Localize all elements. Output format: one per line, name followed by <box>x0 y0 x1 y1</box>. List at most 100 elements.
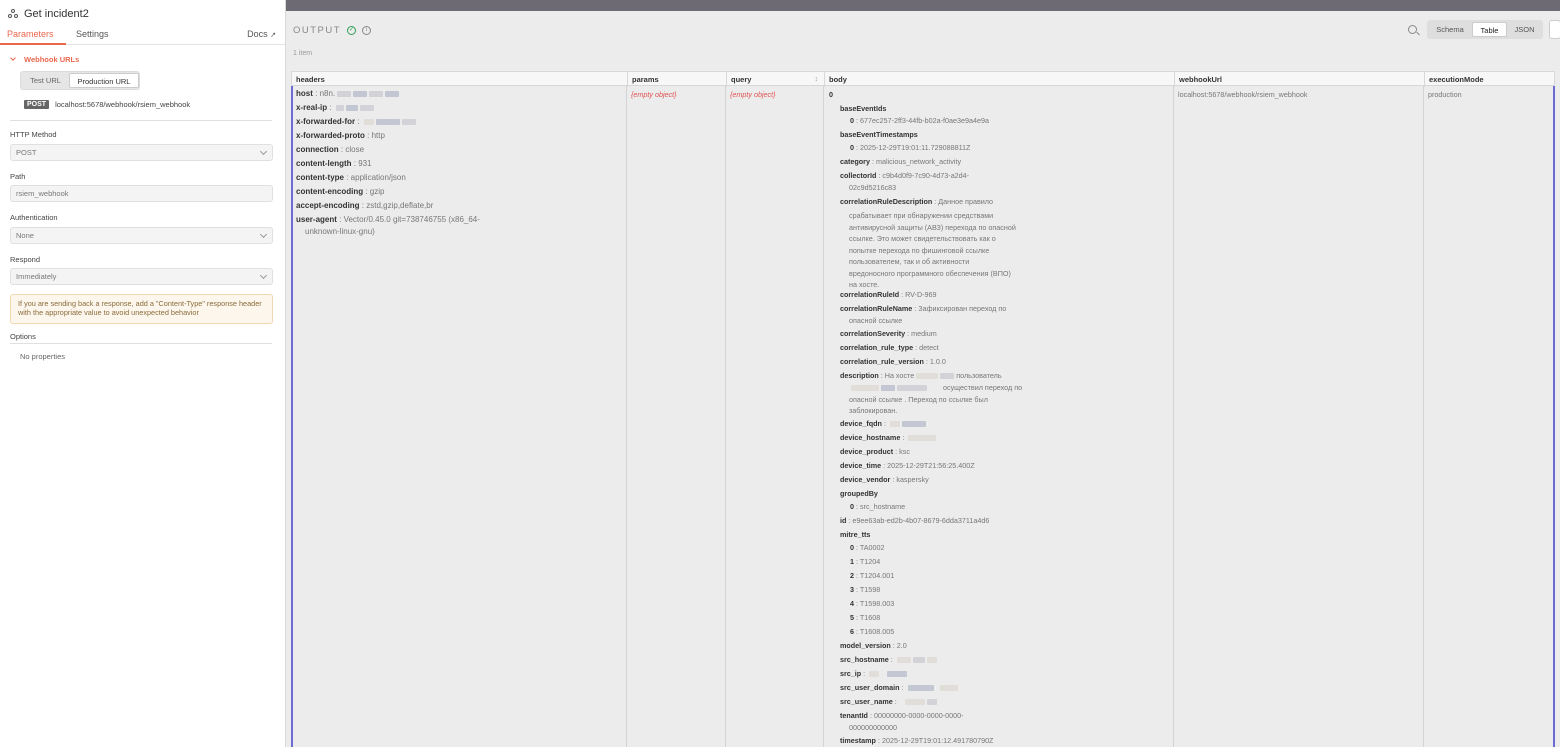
body-device_product: device_product : ksc <box>840 447 910 456</box>
column-header-executionmode[interactable]: executionMode <box>1425 72 1556 87</box>
body-mitre_tts-0: 0 : TA0002 <box>850 543 885 552</box>
node-title[interactable]: Get incident2 <box>24 8 89 20</box>
column-header-body[interactable]: body <box>825 72 1175 87</box>
body-mitre_tts: mitre_tts <box>840 530 871 539</box>
authentication-select[interactable]: None <box>10 227 273 244</box>
header-key: x-forwarded-for <box>296 117 356 126</box>
webhookurl-cell: localhost:5678/webhook/rsiem_webhook <box>1174 86 1424 747</box>
header-content-length: content-length : 931 <box>296 159 372 168</box>
divider <box>10 343 272 344</box>
webhookurl-value: localhost:5678/webhook/rsiem_webhook <box>1178 90 1308 99</box>
active-tab-indicator <box>0 43 66 45</box>
body-device_hostname: device_hostname : <box>840 431 937 445</box>
http-method-label: HTTP Method <box>10 130 57 139</box>
docs-link[interactable]: Docs ↗ <box>247 29 276 39</box>
header-x-forwarded-proto: x-forwarded-proto : http <box>296 131 385 140</box>
method-badge: POST <box>24 100 50 109</box>
header-key: content-length <box>296 159 352 168</box>
body-src_user_name: src_user_name : <box>840 695 937 709</box>
no-properties-text: No properties <box>20 352 66 361</box>
body-mitre_tts-6: 6 : T1608.005 <box>850 627 895 636</box>
json-view-button[interactable]: JSON <box>1507 22 1542 37</box>
table-row[interactable]: host : n8n. x-real-ip : x-forwarded-for … <box>291 86 1555 747</box>
body-groupedBy-0: 0 : src_hostname <box>850 502 906 511</box>
top-bar <box>286 0 1560 11</box>
body-correlation_rule_version: correlation_rule_version : 1.0.0 <box>840 357 946 366</box>
webhook-urls-label: Webhook URLs <box>24 55 80 64</box>
schema-view-button[interactable]: Schema <box>1430 22 1470 37</box>
body-timestamp: timestamp : 2025-12-29T19:01:12.49178079… <box>840 736 994 745</box>
search-icon[interactable] <box>1408 25 1417 34</box>
header-accept-encoding: accept-encoding : zstd,gzip,deflate,br <box>296 201 434 210</box>
node-parameters-panel: Get incident2 Parameters Settings Docs ↗… <box>0 0 286 747</box>
header-value: gzip <box>369 187 385 196</box>
executionmode-value: production <box>1428 90 1462 99</box>
production-url-tab[interactable]: Production URL <box>69 73 139 88</box>
content-type-notice: If you are sending back a response, add … <box>10 294 273 324</box>
item-count: 1 item <box>293 50 313 57</box>
body-src_ip: src_ip : <box>840 667 908 681</box>
sort-icon[interactable]: ↕ <box>815 72 819 87</box>
body-mitre_tts-3: 3 : T1598 <box>850 585 881 594</box>
webhook-icon <box>8 8 19 20</box>
body-device_fqdn: device_fqdn : <box>840 417 926 431</box>
header-key: x-real-ip <box>296 103 328 112</box>
column-header-query[interactable]: query ↕ <box>727 72 825 87</box>
body-mitre_tts-2: 2 : T1204.001 <box>850 571 895 580</box>
more-options-button[interactable] <box>1549 20 1560 39</box>
webhook-urls-toggle[interactable]: Webhook URLs <box>10 55 80 64</box>
chevron-down-icon <box>259 147 268 156</box>
webhook-url-row[interactable]: POST localhost:5678/webhook/rsiem_webhoo… <box>24 100 190 109</box>
output-title: OUTPUT <box>293 25 342 36</box>
header-x-real-ip: x-real-ip : <box>296 103 374 112</box>
header-x-forwarded-for: x-forwarded-for : <box>296 117 416 126</box>
tab-parameters[interactable]: Parameters <box>7 29 54 39</box>
body-src_user_domain: src_user_domain : <box>840 681 958 695</box>
body-correlationRuleDescription-cont: срабатывает при обнаружении средствами а… <box>849 211 1016 289</box>
params-value: {empty object} <box>631 90 677 99</box>
header-value: http <box>371 131 385 140</box>
column-header-headers[interactable]: headers <box>292 72 628 87</box>
success-check-icon: ✓ <box>347 26 357 35</box>
respond-label: Respond <box>10 255 41 264</box>
test-url-tab[interactable]: Test URL <box>23 73 68 88</box>
body-baseEventTimestamps-0: 0 : 2025-12-29T19:01:11.729088811Z <box>850 143 971 152</box>
column-header-params[interactable]: params <box>628 72 727 87</box>
path-input[interactable]: rsiem_webhook <box>10 185 273 202</box>
header-key: host <box>296 89 313 98</box>
body-device_vendor: device_vendor : kaspersky <box>840 475 929 484</box>
header-key: content-encoding <box>296 187 364 196</box>
info-icon[interactable]: i <box>362 26 372 35</box>
respond-select[interactable]: Immediately <box>10 268 273 285</box>
authentication-label: Authentication <box>10 213 58 222</box>
header-content-type: content-type : application/json <box>296 173 406 182</box>
body-correlationRuleName-cont: опасной ссылке <box>849 316 903 325</box>
webhook-url[interactable]: localhost:5678/webhook/rsiem_webhook <box>55 100 190 109</box>
header-content-encoding: content-encoding : gzip <box>296 187 385 196</box>
header-user-agent: user-agent : Vector/0.45.0 git=738746755… <box>296 215 480 224</box>
parameter-tabs: Parameters Settings Docs ↗ <box>0 27 286 45</box>
tab-settings[interactable]: Settings <box>76 29 109 39</box>
body-correlationRuleDescription: correlationRuleDescription : Данное прав… <box>840 197 994 206</box>
headers-cell: host : n8n. x-real-ip : x-forwarded-for … <box>293 86 627 747</box>
http-method-select[interactable]: POST <box>10 144 273 161</box>
body-mitre_tts-1: 1 : T1204 <box>850 557 881 566</box>
table-view-button[interactable]: Table <box>1472 22 1507 37</box>
body-correlationRuleId: correlationRuleId : RV-D-969 <box>840 290 937 299</box>
params-cell: {empty object} <box>627 86 726 747</box>
column-header-webhookurl[interactable]: webhookUrl <box>1175 72 1425 87</box>
body-tenantId-cont: 000000000000 <box>849 723 897 732</box>
body-groupedBy: groupedBy <box>840 489 878 498</box>
body-mitre_tts-5: 5 : T1608 <box>850 613 881 622</box>
chevron-down-icon <box>259 271 268 280</box>
header-value: n8n. <box>319 89 336 98</box>
docs-label: Docs <box>247 29 268 39</box>
body-collectorId-cont: 02c9d5216c83 <box>849 183 897 192</box>
path-label: Path <box>10 172 26 181</box>
body-correlationSeverity: correlationSeverity : medium <box>840 329 937 338</box>
table-header: headers params query ↕ body webhookUrl e… <box>291 71 1556 87</box>
url-type-toggle: Test URL Production URL <box>20 71 140 90</box>
executionmode-cell: production <box>1424 86 1553 747</box>
body-device_time: device_time : 2025-12-29T21:56:25.400Z <box>840 461 975 470</box>
external-link-icon: ↗ <box>270 32 276 39</box>
